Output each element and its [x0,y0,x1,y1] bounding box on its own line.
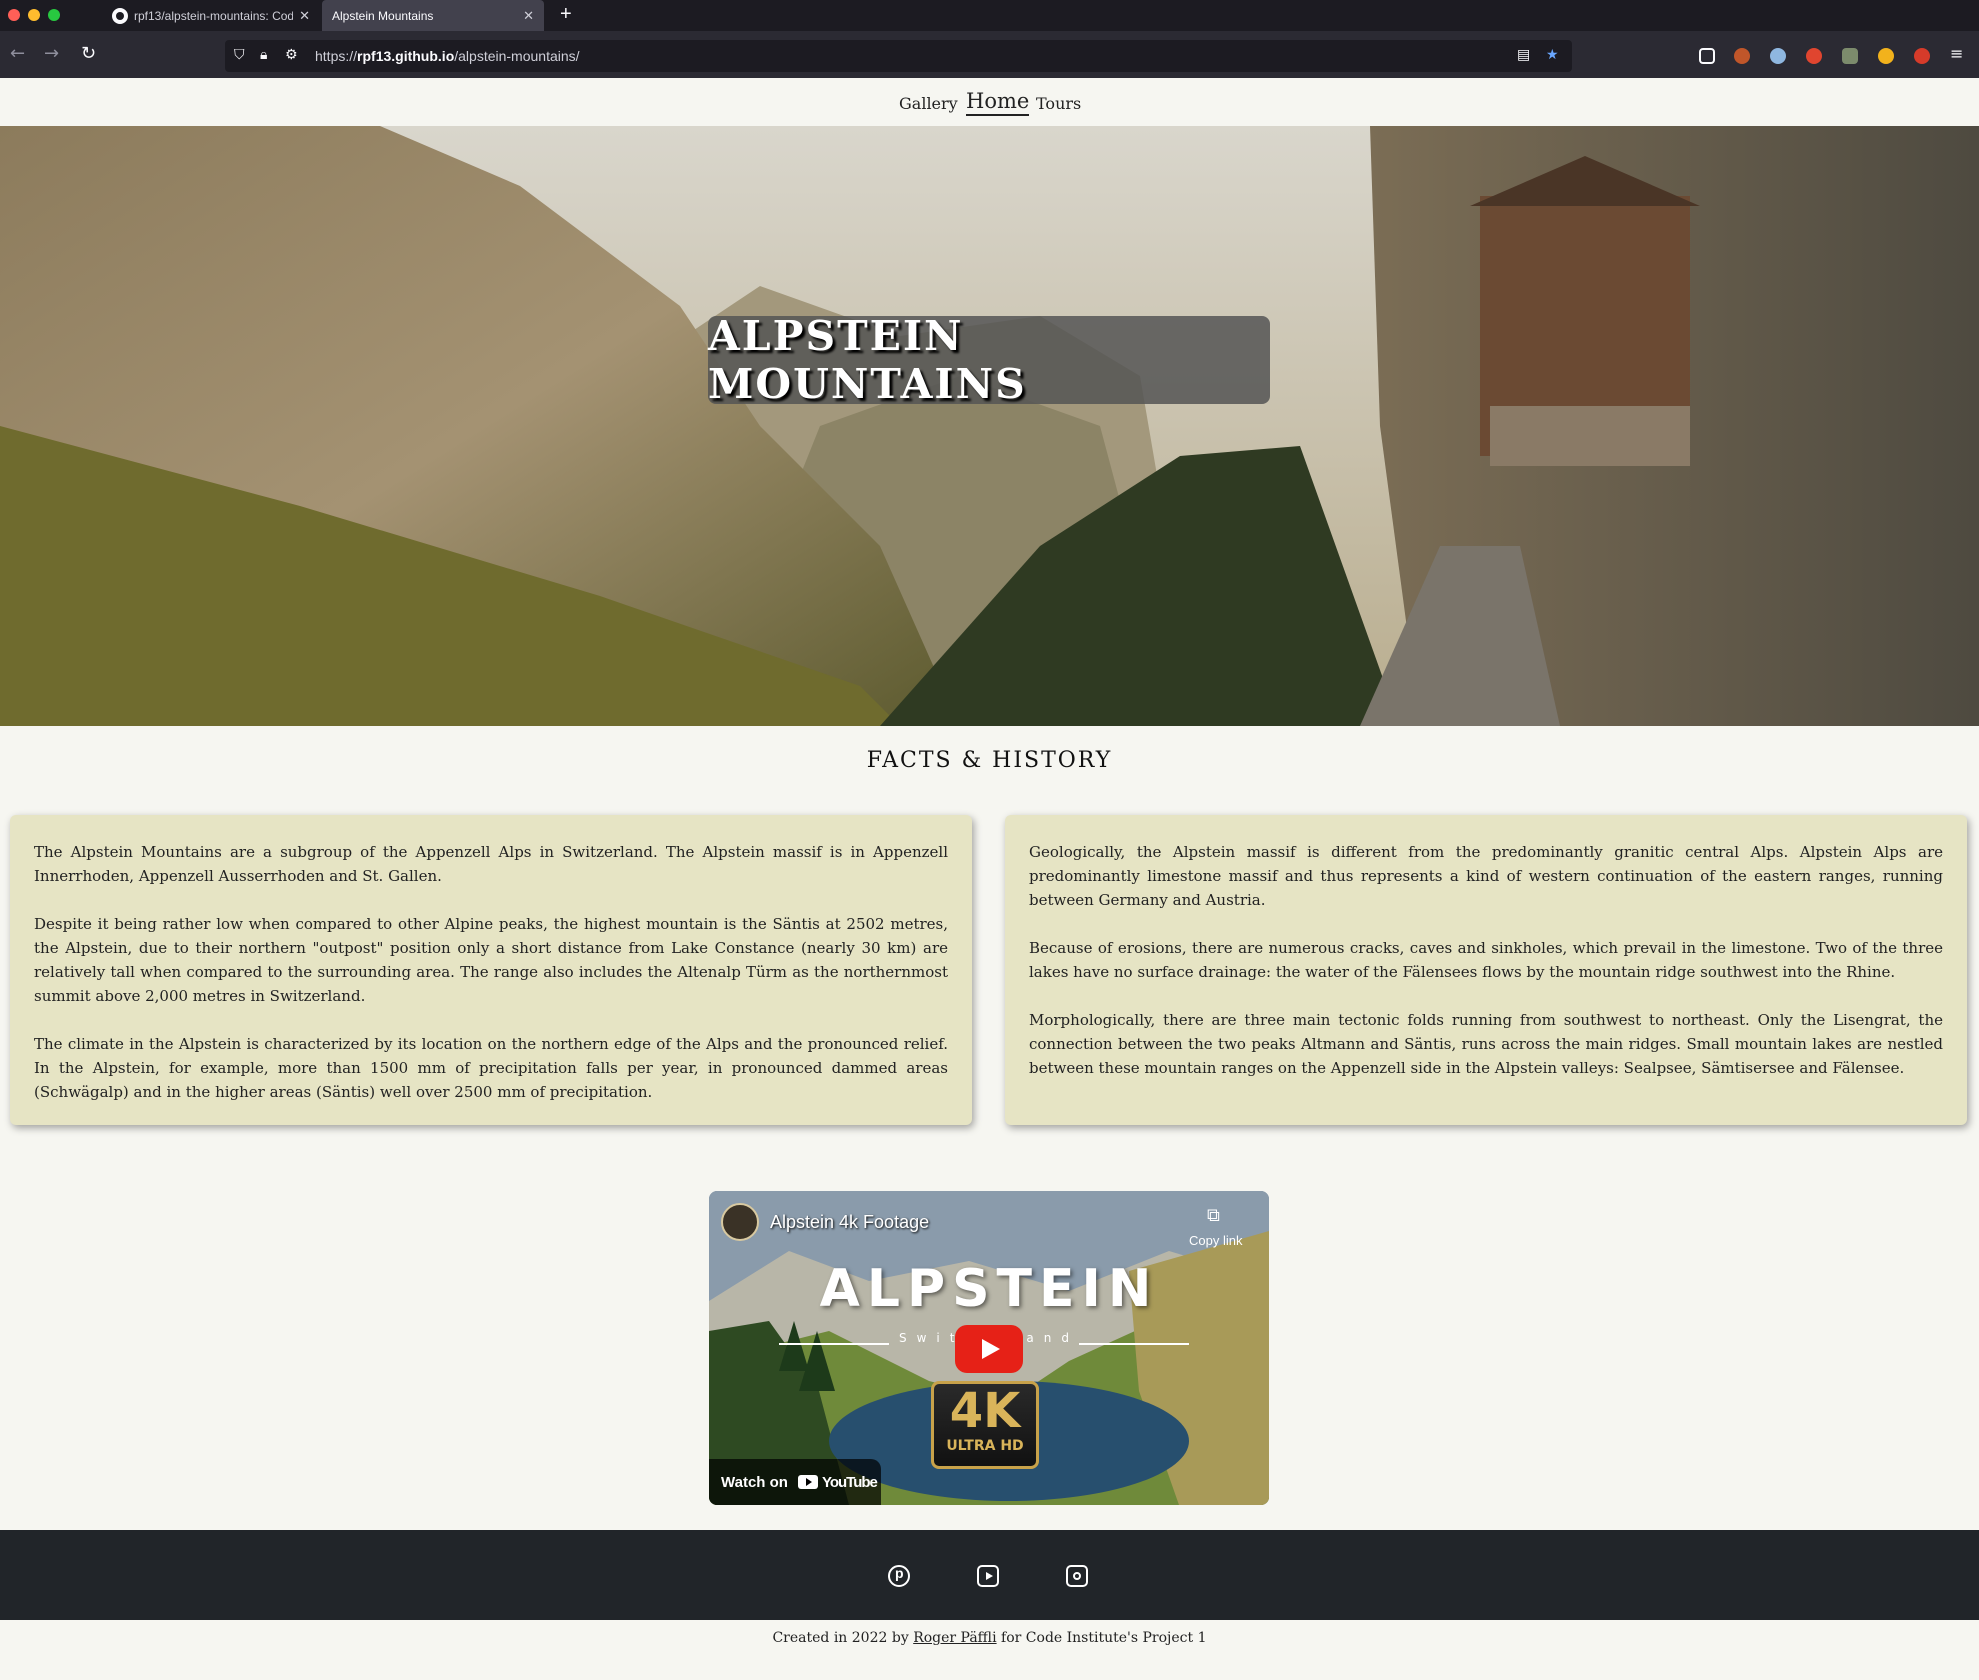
minimize-window-icon[interactable] [28,9,40,21]
facts-paragraph: The climate in the Alpstein is character… [34,1035,948,1101]
github-icon [112,7,128,24]
facts-paragraph: Despite it being rather low when compare… [34,915,948,1005]
site-navigation: Gallery Home Tours [0,78,1979,126]
facts-paragraph: Geologically, the Alpstein massif is dif… [1029,843,1943,909]
back-icon[interactable]: ← [10,43,25,64]
copy-link-label[interactable]: Copy link [1189,1233,1242,1248]
watch-on-label: Watch on [721,1473,788,1491]
browser-tab-alpstein[interactable]: Alpstein Mountains ✕ [322,0,544,31]
youtube-video-embed[interactable]: Alpstein 4k Footage ⧉ Copy link ALPSTEIN… [709,1191,1269,1505]
hero-title-box: ALPSTEIN MOUNTAINS [708,312,1270,408]
hero-image: ALPSTEIN MOUNTAINS [0,126,1979,726]
extension-icon-4[interactable] [1842,48,1858,64]
new-tab-icon[interactable]: + [560,3,572,26]
credit-prefix: Created in 2022 by [772,1630,909,1646]
nav-link-home[interactable]: Home [966,89,1030,116]
youtube-logo-icon [797,1475,818,1489]
4k-badge-sub: ULTRA HD [946,1438,1024,1454]
nav-link-gallery[interactable]: Gallery [899,94,958,113]
4k-badge: 4K ULTRA HD [931,1381,1039,1469]
extension-icon-6[interactable] [1914,48,1930,64]
browser-tab-github[interactable]: rpf13/alpstein-mountains: Code ✕ [102,0,320,31]
pocket-icon[interactable] [1699,48,1715,64]
video-overlay-title: ALPSTEIN [819,1259,1159,1319]
shield-icon[interactable]: ⛉ [234,47,245,63]
4k-badge-main: 4K [949,1383,1021,1439]
watch-on-youtube-button[interactable]: Watch on YouTube [709,1459,881,1505]
forward-icon[interactable]: → [44,43,59,64]
permissions-icon[interactable]: ⚙ [285,47,298,63]
instagram-icon[interactable] [1066,1565,1088,1587]
nav-link-tours[interactable]: Tours [1036,94,1081,113]
section-heading-facts: FACTS & HISTORY [866,748,1113,773]
lock-icon[interactable]: 🔒︎ [260,47,267,63]
overlay-divider-left [779,1343,889,1345]
site-footer [0,1530,1979,1620]
tab-title: Alpstein Mountains [332,8,434,23]
address-bar[interactable]: ⛉ 🔒︎ ⚙ https://rpf13.github.io/alpstein-… [225,40,1572,72]
facts-card-right: Geologically, the Alpstein massif is dif… [1005,815,1967,1125]
facts-paragraph: Because of erosions, there are numerous … [1029,939,1943,981]
youtube-wordmark: YouTube [821,1473,878,1491]
facts-paragraph: Morphologically, there are three main te… [1029,1011,1943,1077]
extension-icon-5[interactable] [1878,48,1894,64]
facts-card-left: The Alpstein Mountains are a subgroup of… [10,815,972,1125]
maximize-window-icon[interactable] [48,9,60,21]
mountain-landscape-image [0,126,1979,726]
youtube-icon[interactable] [977,1565,999,1587]
copy-link-icon[interactable]: ⧉ [1207,1205,1220,1226]
play-button[interactable] [955,1325,1023,1373]
browser-tab-bar: rpf13/alpstein-mountains: Code ✕ Alpstei… [0,0,1979,31]
pinterest-icon[interactable] [888,1565,910,1587]
extension-icon-3[interactable] [1806,48,1822,64]
close-tab-icon[interactable]: ✕ [523,8,534,24]
author-link[interactable]: Roger Päffli [913,1630,996,1646]
tab-title: rpf13/alpstein-mountains: Code [134,8,294,23]
close-window-icon[interactable] [8,9,20,21]
reload-icon[interactable]: ↻ [81,43,96,64]
close-tab-icon[interactable]: ✕ [299,8,310,24]
overlay-divider-right [1079,1343,1189,1345]
reader-mode-icon[interactable]: ▤ [1517,47,1530,63]
extension-icon-1[interactable] [1734,48,1750,64]
footer-credit: Created in 2022 by Roger Päffli for Code… [0,1630,1979,1646]
bookmark-star-icon[interactable]: ★ [1546,47,1559,63]
url-text[interactable]: https://rpf13.github.io/alpstein-mountai… [315,48,580,64]
channel-avatar[interactable] [721,1203,759,1241]
video-title[interactable]: Alpstein 4k Footage [770,1212,929,1233]
menu-icon[interactable]: ≡ [1950,44,1963,63]
facts-paragraph: The Alpstein Mountains are a subgroup of… [34,843,948,885]
credit-suffix: for Code Institute's Project 1 [1001,1630,1207,1646]
extension-icon-2[interactable] [1770,48,1786,64]
hero-title: ALPSTEIN MOUNTAINS [708,312,1027,408]
